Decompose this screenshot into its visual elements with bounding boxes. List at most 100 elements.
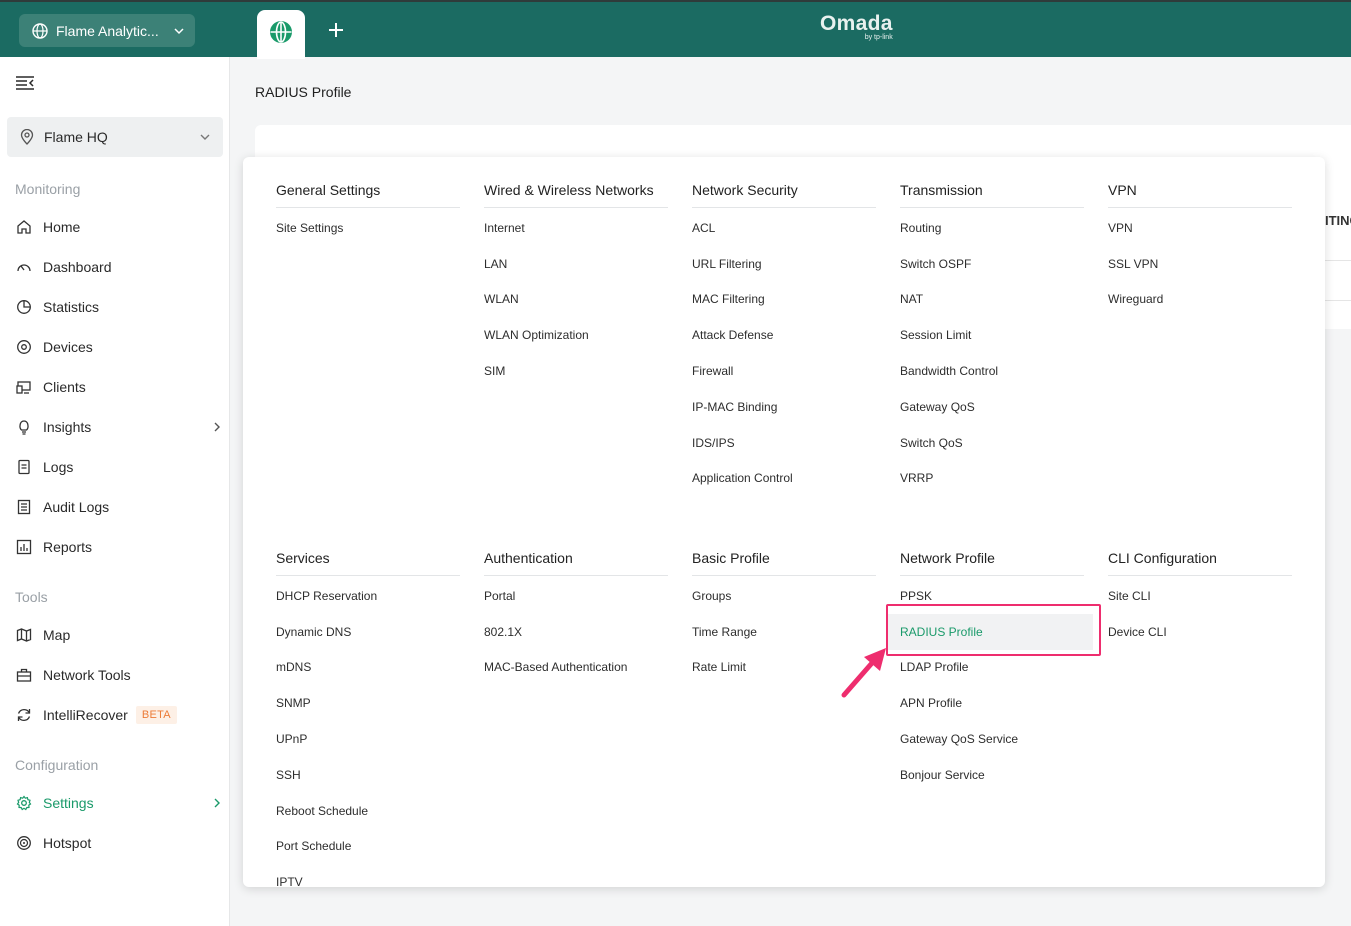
menu-column-title: Transmission [900,181,1084,208]
globe-icon [269,20,293,49]
menu-item[interactable]: MAC-Based Authentication [484,650,668,686]
menu-item[interactable]: Attack Defense [692,317,876,353]
menu-item[interactable]: Site Settings [276,210,460,246]
section-configuration: Configuration [15,757,99,773]
sidebar-item-label: Audit Logs [43,499,110,515]
clipped-column-header: ITING [1325,213,1351,228]
menu-item[interactable]: Reboot Schedule [276,793,460,829]
sidebar-item-home[interactable]: Home [15,214,223,240]
collapse-menu-icon[interactable] [15,74,35,92]
menu-item[interactable]: MAC Filtering [692,282,876,318]
menu-item[interactable]: Portal [484,578,668,614]
bar-chart-icon [15,538,33,556]
menu-column-title: Network Profile [900,549,1084,576]
menu-column-wired-wireless: Wired & Wireless Networks Internet LAN W… [484,181,668,389]
sidebar-item-dashboard[interactable]: Dashboard [15,254,223,280]
menu-item[interactable]: Site CLI [1108,578,1292,614]
tab-site[interactable] [257,10,305,59]
menu-item[interactable]: LDAP Profile [900,650,1084,686]
menu-item[interactable]: Switch OSPF [900,246,1084,282]
lightbulb-icon [15,418,33,436]
menu-item[interactable]: Bandwidth Control [900,353,1084,389]
sidebar-item-network-tools[interactable]: Network Tools [15,662,223,688]
brand-name: Omada [820,12,893,35]
menu-item[interactable]: SNMP [276,685,460,721]
menu-item[interactable]: Gateway QoS Service [900,721,1084,757]
menu-item[interactable]: mDNS [276,650,460,686]
menu-item[interactable]: ACL [692,210,876,246]
add-tab-button[interactable] [322,18,350,46]
menu-item[interactable]: SSH [276,757,460,793]
organization-name: Flame Analytic... [56,22,159,39]
devices-icon [15,338,33,356]
menu-item[interactable]: SIM [484,353,668,389]
sidebar-item-audit-logs[interactable]: Audit Logs [15,494,223,520]
sidebar-item-label: Dashboard [43,259,112,275]
menu-item[interactable]: Bonjour Service [900,757,1084,793]
menu-item[interactable]: Session Limit [900,317,1084,353]
divider [1325,260,1351,261]
plus-icon [327,21,345,44]
menu-item-radius-profile[interactable]: RADIUS Profile [888,613,1093,650]
menu-item[interactable]: VPN [1108,210,1292,246]
menu-item[interactable]: Groups [692,578,876,614]
sidebar-item-logs[interactable]: Logs [15,454,223,480]
site-selector[interactable]: Flame HQ [7,117,223,157]
menu-item[interactable]: Application Control [692,461,876,497]
gear-icon [15,794,33,812]
menu-item[interactable]: IDS/IPS [692,425,876,461]
menu-item[interactable]: Switch QoS [900,425,1084,461]
menu-item[interactable]: URL Filtering [692,246,876,282]
menu-item[interactable]: WLAN [484,282,668,318]
chevron-right-icon [211,421,223,433]
menu-item[interactable]: LAN [484,246,668,282]
menu-item[interactable]: IPTV [276,864,460,887]
menu-item[interactable]: APN Profile [900,685,1084,721]
menu-item[interactable]: SSL VPN [1108,246,1292,282]
menu-item[interactable]: Dynamic DNS [276,614,460,650]
organization-selector[interactable]: Flame Analytic... [19,14,195,47]
sidebar-item-statistics[interactable]: Statistics [15,294,223,320]
menu-item[interactable]: 802.1X [484,614,668,650]
menu-item[interactable]: Firewall [692,353,876,389]
menu-item[interactable]: WLAN Optimization [484,317,668,353]
menu-column-cli-configuration: CLI Configuration Site CLI Device CLI [1108,549,1292,650]
sidebar-item-label: Hotspot [43,835,92,851]
section-monitoring: Monitoring [15,181,81,197]
sidebar: Flame HQ Monitoring Home Dashboard Stati… [0,57,230,926]
sidebar-item-label: Settings [43,795,94,811]
sidebar-item-label: Map [43,627,71,643]
divider [1325,300,1351,301]
menu-item[interactable]: VRRP [900,461,1084,497]
sidebar-item-settings[interactable]: Settings [15,790,223,816]
chevron-right-icon [211,797,223,809]
menu-item[interactable]: Device CLI [1108,614,1292,650]
sidebar-item-reports[interactable]: Reports [15,534,223,560]
menu-item[interactable]: NAT [900,282,1084,318]
menu-item[interactable]: Wireguard [1108,282,1292,318]
sidebar-item-label: Statistics [43,299,100,315]
sidebar-item-hotspot[interactable]: Hotspot [15,830,223,856]
sidebar-item-clients[interactable]: Clients [15,374,223,400]
sidebar-item-devices[interactable]: Devices [15,334,223,360]
document-icon [15,458,33,476]
menu-item[interactable]: UPnP [276,721,460,757]
menu-item[interactable]: Routing [900,210,1084,246]
sidebar-item-insights[interactable]: Insights [15,414,223,440]
menu-item[interactable]: Gateway QoS [900,389,1084,425]
sidebar-item-label: Home [43,219,81,235]
menu-item[interactable]: Port Schedule [276,829,460,865]
menu-item[interactable]: Internet [484,210,668,246]
sidebar-item-map[interactable]: Map [15,622,223,648]
section-tools: Tools [15,589,48,605]
menu-column-title: CLI Configuration [1108,549,1292,576]
location-pin-icon [19,129,35,145]
sidebar-item-intellirecover[interactable]: IntelliRecover BETA [15,702,223,728]
menu-column-title: Basic Profile [692,549,876,576]
menu-item[interactable]: DHCP Reservation [276,578,460,614]
menu-column-title: General Settings [276,181,460,208]
beta-badge: BETA [135,706,177,724]
menu-item[interactable]: IP-MAC Binding [692,389,876,425]
menu-item[interactable]: PPSK [900,578,1084,614]
chevron-down-icon [173,25,185,37]
